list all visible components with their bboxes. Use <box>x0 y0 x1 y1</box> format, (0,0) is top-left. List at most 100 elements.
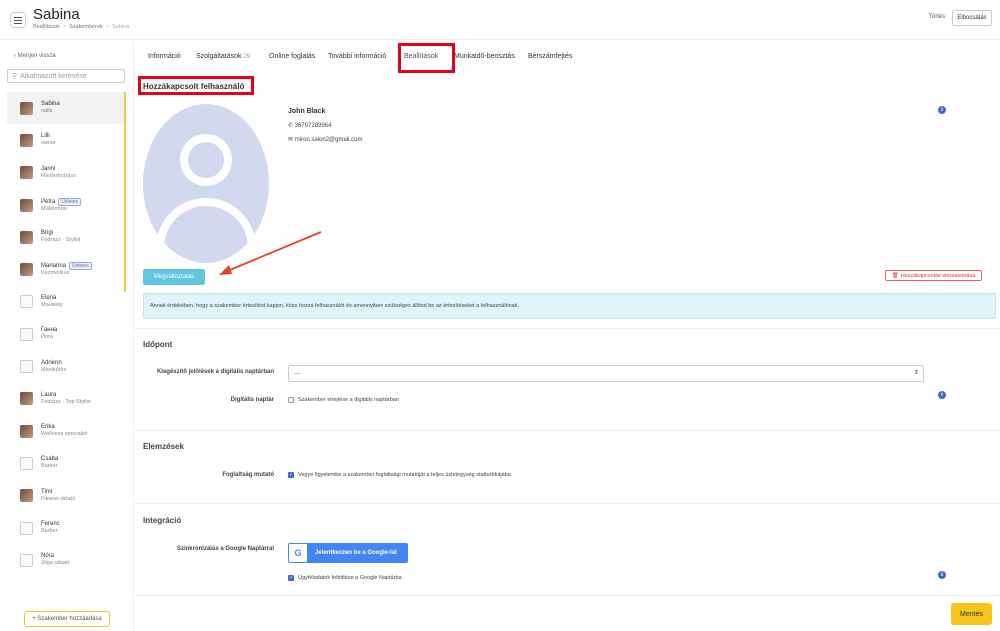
analytics-section-title: Elemzések <box>143 442 184 451</box>
digital-calendar-label: Digitális naptár <box>230 397 274 403</box>
employee-name-text: Janni <box>41 165 56 172</box>
avatar <box>20 263 33 277</box>
dismiss-button[interactable]: Elbocsátás <box>952 10 992 26</box>
employee-name-text: Erika <box>41 424 55 431</box>
employee-list-item[interactable]: Nóra Jóga oktató <box>7 544 126 576</box>
delete-button[interactable]: Törlés <box>928 14 945 20</box>
employee-name: Erika <box>41 424 87 431</box>
sidebar: ‹ Menjen vissza ⚲ Alkalmazott keresése S… <box>0 41 134 631</box>
employee-search-input[interactable]: ⚲ Alkalmazott keresése <box>7 69 125 83</box>
tab-more-info[interactable]: További információ <box>328 53 386 60</box>
employee-name-text: Csaba <box>41 456 59 463</box>
employee-role: Fodrász - Stylist <box>41 237 81 244</box>
breadcrumb: Beállítások > Szakemberek > Sabina <box>33 24 129 30</box>
google-upload-checkbox[interactable]: ✓ Ügyféladatok feltöltése a Google Naptá… <box>288 575 402 581</box>
employee-name-text: Sabina <box>41 101 60 108</box>
tab-label: Szolgáltatások <box>196 53 242 60</box>
employee-name: Timi <box>41 489 75 496</box>
employee-list: Sabina nails Lilli owner Janni Mesterfodrász P… <box>7 92 126 576</box>
employee-name: Laura <box>41 392 91 399</box>
occupancy-text: Vegye figyelembe a szakember foglaltsági… <box>298 472 511 478</box>
phone-value: 36707289964 <box>294 123 332 129</box>
employee-list-item[interactable]: Brigi Fodrász - Stylist <box>7 221 126 253</box>
breadcrumb-settings[interactable]: Beállítások <box>33 24 60 30</box>
employee-list-item[interactable]: Timi Fitness oktató <box>7 480 126 512</box>
google-sign-in-button[interactable]: G Jelentkezzen be a Google-lal <box>288 543 408 563</box>
unlink-button[interactable]: 🗑 Hozzákapcsolás visszavonása <box>885 270 982 281</box>
select-arrow-icon: ⇕ <box>913 370 919 376</box>
hamburger-menu-icon[interactable] <box>10 12 26 28</box>
page-title: Sabina <box>33 6 80 23</box>
scroll-indicator[interactable] <box>124 92 126 292</box>
employee-name: Petra Üzletes <box>41 197 82 206</box>
tab-label: További információ <box>328 53 387 60</box>
divider <box>135 430 1000 431</box>
back-link[interactable]: ‹ Menjen vissza <box>14 53 56 59</box>
tab-label: Online foglalás <box>269 53 316 60</box>
employee-list-item[interactable]: Marianna Üzletes Kozmetikus <box>7 253 126 285</box>
occupancy-checkbox[interactable]: ✓ Vegye figyelembe a szakember foglaltsá… <box>288 472 511 478</box>
avatar-head-shape <box>180 134 232 186</box>
employee-name: Marianna Üzletes <box>41 262 92 271</box>
employee-role: Fitness oktató <box>41 495 76 502</box>
employee-list-item[interactable]: Ferenc Barber <box>7 512 126 544</box>
tab-services[interactable]: Szolgáltatások 29 <box>196 53 250 60</box>
avatar <box>20 230 33 244</box>
change-button[interactable]: Megváltoztatás <box>143 269 205 285</box>
checkbox-checked-icon: ✓ <box>288 575 294 581</box>
extra-marks-select[interactable]: --- ⇕ <box>288 365 924 382</box>
employee-role: Barber <box>41 463 58 470</box>
employee-list-item[interactable]: Sabina nails <box>7 92 126 125</box>
integration-section-title: Integráció <box>143 516 182 525</box>
employee-list-item[interactable]: Janni Mesterfodrász <box>7 157 126 189</box>
employee-name: Lilli <box>41 133 56 140</box>
info-icon[interactable]: i <box>938 106 946 114</box>
employee-name-text: Nóra <box>41 553 55 560</box>
employee-role: Műkörmös <box>41 205 67 212</box>
linked-user-name: John Black <box>288 108 326 115</box>
footer-divider <box>135 595 1000 596</box>
employee-list-item[interactable]: Csaba Barber <box>7 447 126 479</box>
employee-role: Kozmetikus <box>41 270 70 277</box>
checkbox-box <box>288 397 294 403</box>
employee-list-item[interactable]: Elena Манікюр <box>7 286 126 318</box>
hide-in-calendar-checkbox[interactable]: Szakember elrejtése a digitális naptárba… <box>288 397 399 403</box>
add-specialist-button[interactable]: + Szakember hozzáadása <box>24 611 110 627</box>
tab-payroll[interactable]: Bérszámfejtés <box>528 53 572 60</box>
avatar <box>20 553 33 567</box>
breadcrumb-separator: > <box>105 24 109 30</box>
employee-role: Wellness specialist <box>41 431 88 438</box>
email-value: miron.salon2@gmail.com <box>294 137 363 143</box>
avatar <box>20 166 33 180</box>
breadcrumb-separator: > <box>62 24 67 30</box>
employee-role: Манікюр <box>41 301 63 308</box>
employee-list-item[interactable]: Adrienn Manikűrös <box>7 350 126 382</box>
employee-name-text: Timi <box>41 488 53 495</box>
tab-online-booking[interactable]: Online foglalás <box>269 53 315 60</box>
tab-work-schedule[interactable]: Munkaidő-beosztás <box>454 53 515 60</box>
employee-list-item[interactable]: Ганна Йога <box>7 318 126 350</box>
status-badge: Üzletes <box>69 262 92 271</box>
employee-name-text: Lilli <box>41 133 50 140</box>
hide-in-calendar-label: Szakember elrejtése a digitális naptárba… <box>298 397 399 403</box>
info-icon[interactable]: i <box>938 391 946 399</box>
employee-name: Brigi <box>41 230 80 237</box>
divider <box>135 328 1000 329</box>
employee-role: owner <box>41 140 56 147</box>
employee-list-item[interactable]: Laura Fodrász - Top Stylist <box>7 383 126 415</box>
breadcrumb-specialists[interactable]: Szakemberek <box>69 24 103 30</box>
phone-icon: ✆ <box>288 123 294 129</box>
employee-name-text: Marianna <box>41 263 67 270</box>
employee-list-item[interactable]: Petra Üzletes Műkörmös <box>7 189 126 221</box>
extra-marks-value: --- <box>294 370 300 377</box>
employee-list-item[interactable]: Lilli owner <box>7 124 126 156</box>
tab-information[interactable]: Információ <box>148 53 181 60</box>
info-icon[interactable]: i <box>938 571 946 579</box>
save-button[interactable]: Mentés <box>951 603 992 625</box>
employee-name-text: Ferenc <box>41 521 60 527</box>
avatar <box>20 327 33 341</box>
employee-list-item[interactable]: Erika Wellness specialist <box>7 415 126 447</box>
google-sync-label: Szinkronizálás a Google Naptárral <box>176 546 274 552</box>
avatar <box>20 198 33 212</box>
highlight-box-linked-user <box>138 76 254 95</box>
